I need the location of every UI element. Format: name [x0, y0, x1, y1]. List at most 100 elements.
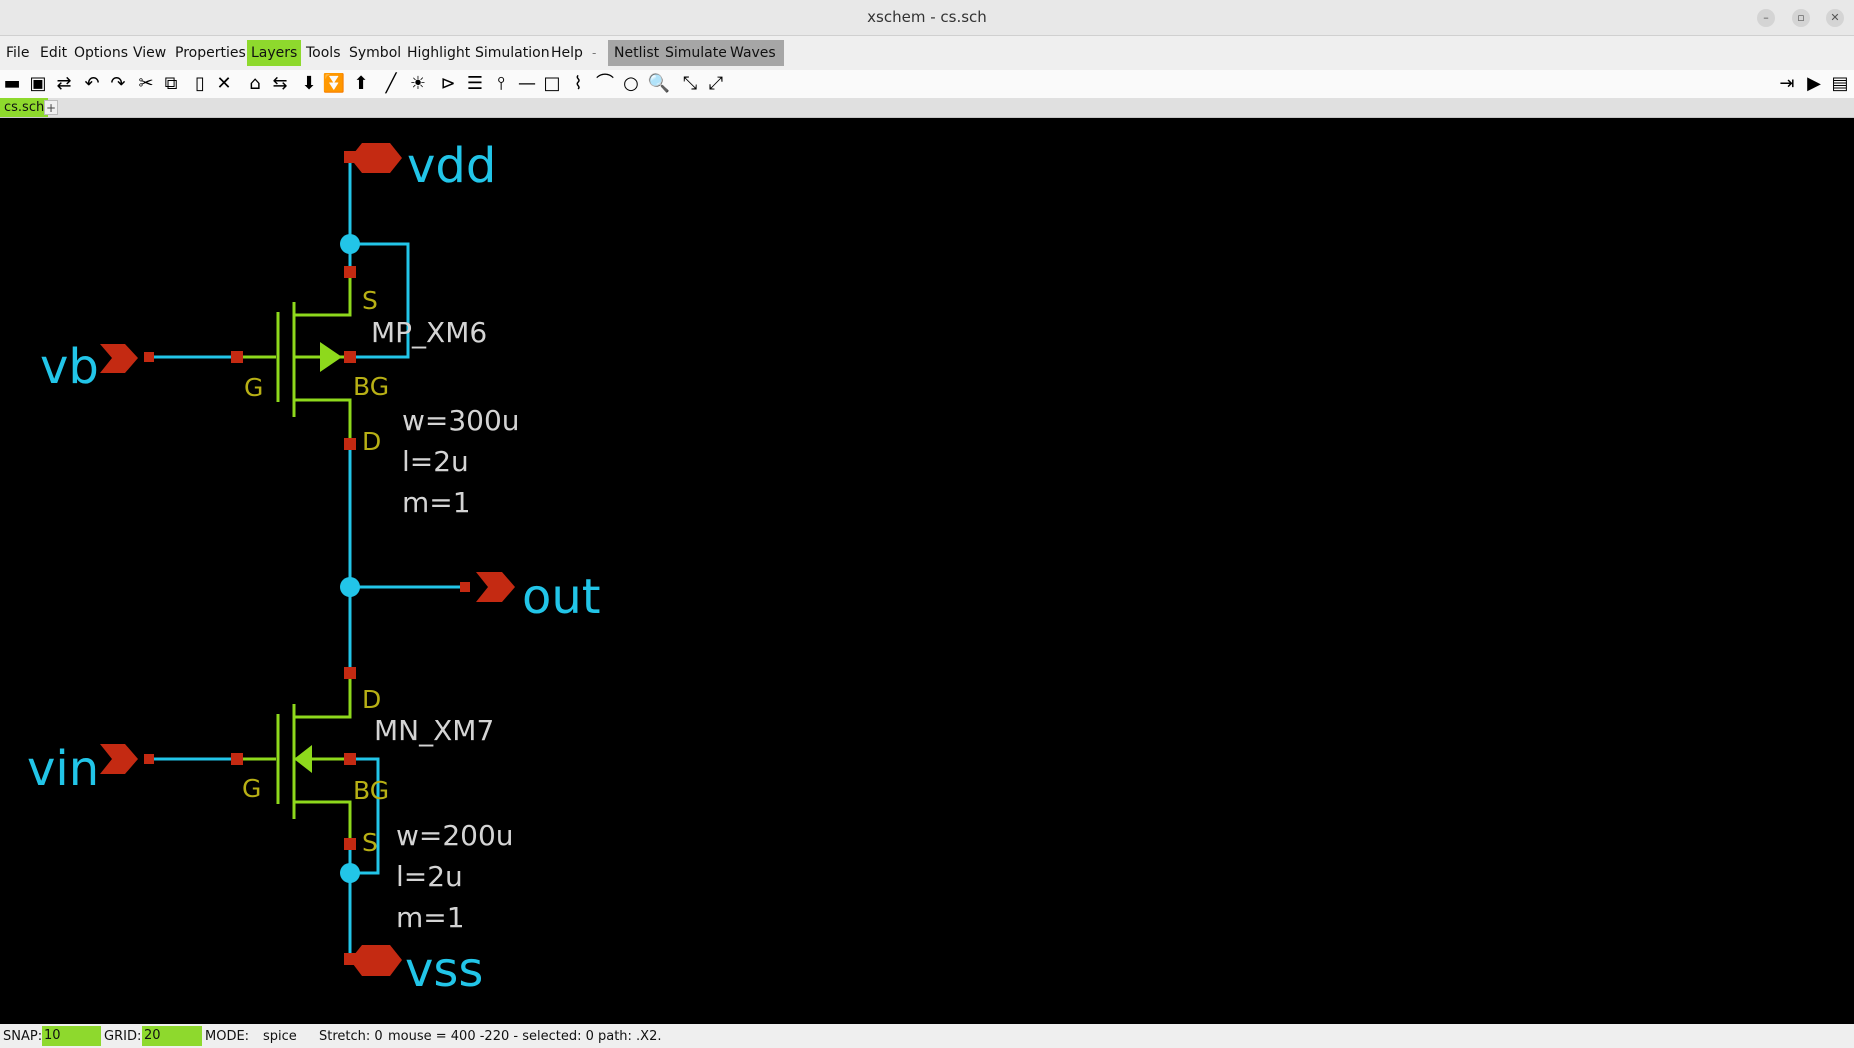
undo-icon[interactable]: ↶: [80, 72, 104, 96]
circle-icon[interactable]: ○: [619, 72, 643, 96]
copy-icon[interactable]: ⧉: [159, 72, 183, 96]
junction-dot: [340, 863, 360, 883]
mode-label: MODE:: [205, 1029, 250, 1044]
polygon-icon[interactable]: ⌇: [566, 72, 590, 96]
pmos-m: m=1: [402, 486, 471, 519]
vb-pin-icon[interactable]: [100, 344, 138, 373]
tab-cs-sch[interactable]: cs.sch: [0, 98, 49, 117]
menu-netlist[interactable]: Netlist: [608, 40, 664, 66]
paste-icon[interactable]: ▯: [188, 72, 212, 96]
push-sym-icon[interactable]: ⏬: [322, 72, 346, 96]
nmos-s-label: S: [362, 828, 378, 857]
minimize-icon[interactable]: –: [1757, 9, 1775, 27]
nmos-name: MN_XM7: [374, 714, 494, 747]
nmos-g-label: G: [242, 774, 261, 803]
junction-dot: [340, 234, 360, 254]
out-pin-icon[interactable]: [476, 572, 515, 602]
pmos-g-label: G: [244, 373, 263, 402]
out-label: out: [522, 569, 601, 625]
redo-icon[interactable]: ↷: [106, 72, 130, 96]
list-icon[interactable]: ☰: [463, 72, 487, 96]
pmos-name: MP_XM6: [371, 316, 487, 349]
title-bar: xschem - cs.sch – ▫ ✕: [0, 0, 1854, 36]
cut-icon[interactable]: ✂: [134, 72, 158, 96]
menu-file[interactable]: File: [2, 40, 33, 66]
menu-waves[interactable]: Waves: [726, 40, 784, 66]
menu-simulation[interactable]: Simulation: [471, 40, 554, 66]
descend-icon[interactable]: ⌂: [243, 72, 267, 96]
vss-pin-icon[interactable]: [350, 945, 402, 976]
net-icon[interactable]: ⫯: [489, 72, 513, 96]
pop-icon[interactable]: ⬆: [349, 72, 373, 96]
stretch-status: Stretch: 0: [319, 1029, 383, 1044]
tab-bar: cs.sch +: [0, 98, 1854, 118]
nmos-m: m=1: [396, 901, 465, 934]
push-icon[interactable]: ⬇: [297, 72, 321, 96]
close-icon[interactable]: ✕: [1826, 9, 1844, 27]
pmos-l: l=2u: [402, 445, 469, 478]
menu-view[interactable]: View: [129, 40, 170, 66]
snap-label: SNAP:: [3, 1029, 43, 1044]
vss-label: vss: [405, 942, 483, 998]
nmos-bg-label: BG: [353, 776, 389, 805]
device-attributes: MP_XM6 w=300u l=2u m=1 MN_XM7 w=200u l=2…: [371, 316, 520, 934]
line-icon[interactable]: —: [515, 72, 539, 96]
netlist-icon[interactable]: ⇥: [1775, 72, 1799, 96]
mouse-status: mouse = 400 -220 - selected: 0 path: .X2…: [388, 1029, 662, 1044]
add-tab-button[interactable]: +: [44, 100, 58, 115]
vin-pin-icon[interactable]: [100, 744, 138, 774]
snap-input[interactable]: 10: [42, 1026, 101, 1046]
menu-bar: File Edit Options View Properties Layers…: [0, 36, 1854, 70]
menu-separator: -: [592, 46, 597, 60]
nmos-l: l=2u: [396, 860, 463, 893]
delete-icon[interactable]: ✕: [212, 72, 236, 96]
maximize-icon[interactable]: ▫: [1792, 9, 1810, 27]
waves-icon[interactable]: ▤: [1828, 72, 1852, 96]
open-icon[interactable]: ▬: [0, 72, 24, 96]
nmos-symbol[interactable]: [237, 673, 352, 844]
schematic-canvas[interactable]: vdd vb out vin vss S G BG D D G BG S MP_…: [0, 118, 1854, 1024]
vin-label: vin: [27, 741, 99, 797]
vdd-pin-icon[interactable]: [350, 143, 402, 173]
move-icon[interactable]: ⇆: [268, 72, 292, 96]
menu-options[interactable]: Options: [70, 40, 132, 66]
grid-label: GRID:: [104, 1029, 142, 1044]
nmos-d-label: D: [362, 685, 381, 714]
menu-tools[interactable]: Tools: [302, 40, 345, 66]
rect-icon[interactable]: □: [540, 72, 564, 96]
save-icon[interactable]: ▣: [26, 72, 50, 96]
menu-help[interactable]: Help: [547, 40, 587, 66]
window-title: xschem - cs.sch: [867, 8, 987, 26]
nmos-w: w=200u: [396, 819, 514, 852]
grid-input[interactable]: 20: [142, 1026, 202, 1046]
menu-simulate[interactable]: Simulate: [661, 40, 731, 66]
menu-properties[interactable]: Properties: [171, 40, 250, 66]
wire-icon[interactable]: ╱: [379, 72, 403, 96]
menu-symbol[interactable]: Symbol: [345, 40, 405, 66]
menu-edit[interactable]: Edit: [36, 40, 71, 66]
nmos-arrow-icon: [294, 745, 312, 773]
play-icon[interactable]: ▶: [1802, 72, 1826, 96]
reload-icon[interactable]: ⇄: [52, 72, 76, 96]
pin-icon[interactable]: ⊳: [436, 72, 460, 96]
mode-value: spice: [263, 1029, 297, 1044]
menu-highlight[interactable]: Highlight: [403, 40, 474, 66]
toolbar: ▬ ▣ ⇄ ↶ ↷ ✂ ⧉ ▯ ✕ ⌂ ⇆ ⬇ ⏬ ⬆ ╱ ☀ ⊳ ☰ ⫯ — …: [0, 70, 1854, 98]
terminal-labels: S G BG D D G BG S: [242, 286, 389, 857]
zoom-out-icon[interactable]: ⤢: [704, 72, 728, 96]
zoom-icon[interactable]: 🔍: [647, 72, 671, 96]
junction-dot: [340, 577, 360, 597]
vb-label: vb: [40, 339, 99, 395]
pmos-d-label: D: [362, 427, 381, 456]
arc-icon[interactable]: ⌒: [593, 72, 617, 96]
zoom-in-icon[interactable]: ⤡: [678, 72, 702, 96]
pmos-w: w=300u: [402, 404, 520, 437]
status-bar: SNAP: 10 GRID: 20 MODE: spice Stretch: 0…: [0, 1024, 1854, 1048]
pmos-arrow-icon: [320, 342, 342, 372]
pmos-s-label: S: [362, 286, 378, 315]
pmos-bg-label: BG: [353, 372, 389, 401]
pin-labels: vdd vb out vin vss: [27, 138, 601, 998]
menu-layers[interactable]: Layers: [247, 40, 302, 66]
vdd-label: vdd: [407, 138, 496, 194]
highlight-icon[interactable]: ☀: [406, 72, 430, 96]
